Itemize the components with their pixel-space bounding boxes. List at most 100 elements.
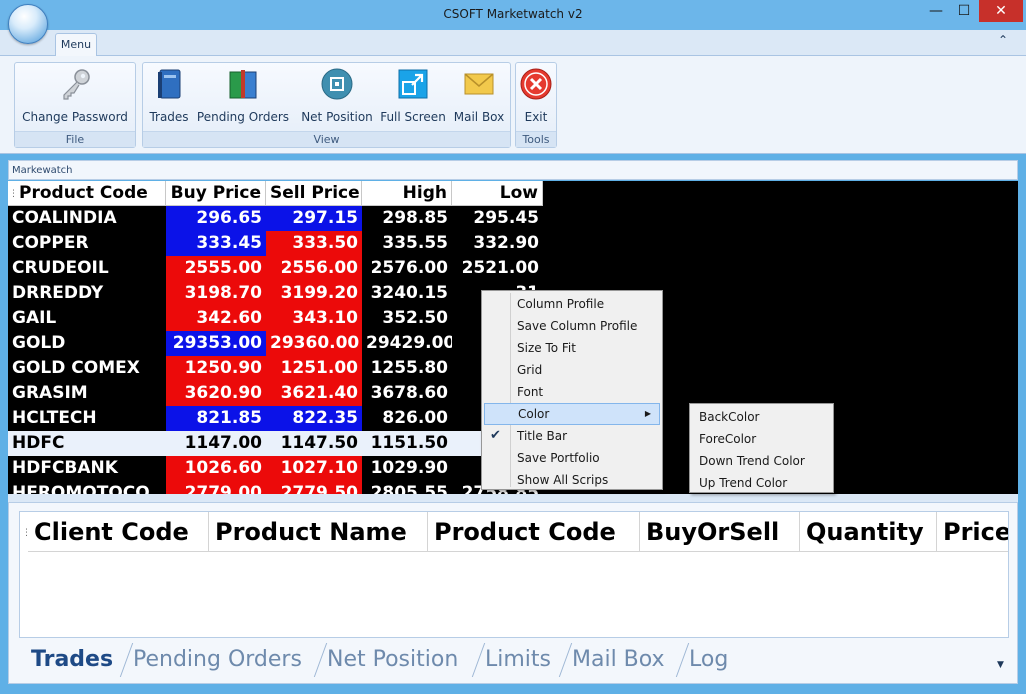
buy-price-cell: 2555.00 [166,256,266,281]
envelope-icon [464,73,494,95]
high-cell: 2576.00 [370,258,448,278]
net-position-button[interactable]: Net Position [297,67,377,129]
context-menu-item-label: Grid [517,363,543,377]
context-menu-item-label: Size To Fit [517,341,576,355]
mail-box-label: Mail Box [453,110,505,124]
tab-separator [471,643,486,677]
high-cell: 1255.80 [370,358,448,378]
pending-orders-label: Pending Orders [196,110,290,124]
blue-book-icon [158,69,181,99]
color-submenu-item-forecolor[interactable]: ForeColor [692,428,832,450]
col-header-trade-product-code[interactable]: Product Code [428,512,640,552]
product-code-cell: DRREDDY [12,283,104,303]
marketwatch-row[interactable]: GAIL342.60343.10352.503 [8,306,543,331]
application-orb-button[interactable] [8,4,48,44]
high-cell: 826.00 [382,408,448,428]
high-cell: 3240.15 [370,283,448,303]
marketwatch-row[interactable]: GOLD29353.0029360.0029429.00292 [8,331,543,356]
color-submenu-item-backcolor[interactable]: BackColor [692,406,832,428]
exit-button[interactable]: Exit [518,67,554,129]
ribbon-collapse-icon[interactable]: ⌃ [998,33,1008,47]
tab-log[interactable]: Log [689,643,728,677]
col-header-sell-price[interactable]: Sell Price [266,181,362,206]
context-menu-item-column-profile[interactable]: Column Profile [484,293,660,315]
tab-net-position[interactable]: Net Position [327,643,458,677]
context-menu-item-label: Show All Scrips [517,473,609,487]
col-header-product-code[interactable]: Product Code [8,181,166,206]
full-screen-button[interactable]: Full Screen [379,67,447,129]
color-submenu-item-down-trend-color[interactable]: Down Trend Color [692,450,832,472]
col-header-product-name[interactable]: Product Name [209,512,428,552]
context-menu-item-save-column-profile[interactable]: Save Column Profile [484,315,660,337]
group-label-view: View [143,131,510,147]
tab-mail-box[interactable]: Mail Box [572,643,665,677]
trades-grid[interactable]: ⋮ Client Code Product Name Product Code … [19,511,1009,638]
tab-pending-orders[interactable]: Pending Orders [133,643,302,677]
col-header-buy-price[interactable]: Buy Price [166,181,266,206]
sell-price-cell: 3621.40 [266,381,362,406]
pending-orders-button[interactable]: Pending Orders [195,67,291,129]
marketwatch-row[interactable]: COPPER 333.45 333.50 335.55 332.90 [8,231,543,256]
marketwatch-row[interactable]: DRREDDY3198.703199.203240.1531 [8,281,543,306]
sell-price-cell: 29360.00 [266,331,362,356]
tab-limits[interactable]: Limits [485,643,551,677]
col-header-low[interactable]: Low [452,181,543,206]
tab-trades[interactable]: Trades [31,643,113,677]
context-menu-item-title-bar[interactable]: Title Bar ✔ [484,425,660,447]
trades-label: Trades [149,110,189,124]
mail-box-button[interactable]: Mail Box [449,67,509,129]
product-code-cell: COALINDIA [12,208,117,228]
product-code-cell: HDFCBANK [12,458,118,478]
ribbon-group-file: Change Password File [14,62,136,148]
col-header-quantity[interactable]: Quantity [800,512,937,552]
full-screen-icon [398,69,428,99]
context-menu-item-save-portfolio[interactable]: Save Portfolio [484,447,660,469]
context-menu-item-size-to-fit[interactable]: Size To Fit [484,337,660,359]
submenu-arrow-icon: ▶ [644,409,651,418]
marketwatch-row[interactable]: GOLD COMEX1250.901251.001255.8012 [8,356,543,381]
panel-splitter[interactable] [8,494,1018,502]
group-label-tools: Tools [516,131,556,147]
column-chooser-grip-icon[interactable]: ⋮ [9,189,18,199]
high-cell: 298.85 [382,208,448,228]
tab-scroll-down-icon[interactable]: ▼ [997,660,1004,670]
bottom-panel: ⋮ Client Code Product Name Product Code … [8,502,1018,684]
change-password-button[interactable]: Change Password [19,67,131,129]
marketwatch-row[interactable]: COALINDIA 296.65 297.15 298.85 295.45 [8,206,543,231]
marketwatch-row[interactable]: HEROMOTOCO2779.002779.502805.552758.85 [8,481,543,494]
sell-price-cell: 333.50 [266,231,362,256]
context-menu-item-grid[interactable]: Grid [484,359,660,381]
tab-separator [675,643,690,677]
product-code-cell: GAIL [12,308,57,328]
high-cell: 29429.00 [366,333,452,353]
context-menu-item-font[interactable]: Font [484,381,660,403]
col-header-client-code[interactable]: Client Code [28,512,209,552]
col-header-price[interactable]: Price [937,512,1008,552]
title-bar: CSOFT Marketwatch v2 — ☐ ✕ [0,0,1026,30]
trades-button[interactable]: Trades [145,67,193,129]
buy-price-cell: 342.60 [166,306,266,331]
marketwatch-row[interactable]: HDFC1147.001147.501151.5011 [8,431,543,456]
product-code-cell: GOLD [12,333,66,353]
context-menu-item-show-all-scrips[interactable]: Show All Scrips [484,469,660,491]
maximize-button[interactable]: ☐ [950,0,978,22]
marketwatch-row[interactable]: HCLTECH821.85822.35826.008 [8,406,543,431]
high-cell: 3678.60 [370,383,448,403]
marketwatch-header-row: Product Code Buy Price Sell Price High L… [8,181,543,206]
low-cell: 332.90 [473,233,539,253]
minimize-button[interactable]: — [922,0,950,22]
marketwatch-row[interactable]: HDFCBANK1026.601027.101029.9010 [8,456,543,481]
product-code-cell: GOLD COMEX [12,358,140,378]
high-cell: 352.50 [382,308,448,328]
tab-menu[interactable]: Menu [55,33,97,57]
buy-price-cell: 3620.90 [166,381,266,406]
marketwatch-row[interactable]: GRASIM3620.903621.403678.6035 [8,381,543,406]
col-header-buy-or-sell[interactable]: BuyOrSell [640,512,800,552]
marketwatch-row[interactable]: CRUDEOIL 2555.00 2556.00 2576.00 2521.00 [8,256,543,281]
close-button[interactable]: ✕ [979,0,1023,22]
buy-price-cell: 3198.70 [166,281,266,306]
col-header-high[interactable]: High [362,181,452,206]
tab-separator [313,643,328,677]
color-submenu-item-up-trend-color[interactable]: Up Trend Color [692,472,832,494]
context-menu-item-color[interactable]: Color ▶ [484,403,660,425]
